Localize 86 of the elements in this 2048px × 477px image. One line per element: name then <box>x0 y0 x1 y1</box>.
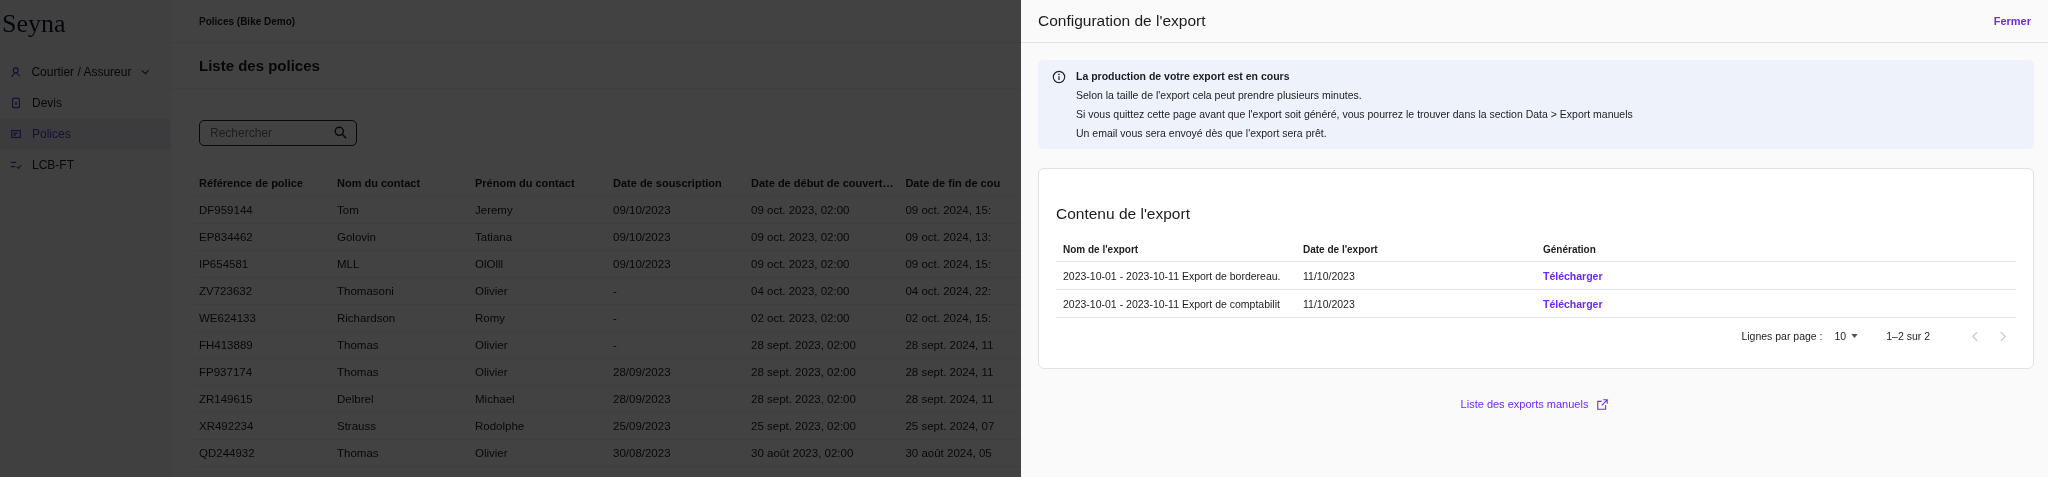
table-cell: Strauss <box>337 420 376 432</box>
page-title: Liste des polices <box>199 57 320 74</box>
table-cell: 28 sept. 2024, 11 <box>905 393 994 405</box>
info-text: Si vous quittez cette page avant que l'export soit généré, vous pourrez le trouver dans la section Data > Export manuels <box>1076 108 1633 120</box>
table-cell-text: 2023-10-01 - 2023-10-11 Export de comptabilit <box>1062 297 1281 310</box>
rows-per-page-select[interactable]: 10 <box>1834 330 1859 342</box>
external-link-icon <box>1597 398 1609 410</box>
table-cell: Romy <box>475 312 506 324</box>
column-header: Prénom du contact <box>475 177 575 189</box>
table-cell: 09 oct. 2024, 15: <box>905 204 992 216</box>
table-cell: Tom <box>337 204 359 216</box>
table-cell: XR492234 <box>199 420 254 432</box>
table-cell: Rodolphe <box>475 420 525 432</box>
table-cell: - <box>613 285 617 297</box>
table-cell: 28 sept. 2024, 11 <box>905 366 994 378</box>
table-cell: 09/10/2023 <box>613 231 671 243</box>
table-cell: MLL <box>337 258 360 270</box>
info-text: Un email vous sera envoyé dès que l'export sera prêt. <box>1076 127 1328 139</box>
table-cell: Delbrel <box>337 393 374 405</box>
table-cell: 28 sept. 2023, 02:00 <box>751 393 856 405</box>
logo: Seyna <box>1 8 67 40</box>
table-cell: 09 oct. 2024, 15: <box>905 258 992 270</box>
table-cell: FP937174 <box>199 366 253 378</box>
column-header: Génération <box>1542 243 1597 255</box>
table-cell: 02 oct. 2024, 15: <box>905 312 992 324</box>
table-cell: Michael <box>475 393 515 405</box>
table-cell: 09/10/2023 <box>613 204 671 216</box>
info-title: La production de votre export est en cours <box>1076 70 1291 82</box>
table-cell-text: 2023-10-01 - 2023-10-11 Export de bordereau. <box>1062 269 1282 282</box>
column-header: Date de souscription <box>613 177 722 189</box>
table-cell: Thomasoni <box>337 285 394 297</box>
table-cell: ZV723632 <box>199 285 253 297</box>
breadcrumb: Polices (Bike Demo) <box>199 15 296 27</box>
table-cell: - <box>613 312 617 324</box>
exports-list-link[interactable]: Liste des exports manuels <box>1460 398 1609 410</box>
table-cell: 09 oct. 2024, 13: <box>905 231 992 243</box>
table-cell-text: 11/10/2023 <box>1302 297 1356 310</box>
table-cell: QD244932 <box>199 447 255 459</box>
table-cell: DF959144 <box>199 204 253 216</box>
table-cell: Thomas <box>337 366 379 378</box>
info-icon <box>1052 70 1066 84</box>
table-cell: 28/09/2023 <box>613 366 671 378</box>
table-cell: EP834462 <box>199 231 253 243</box>
table-cell: 25/09/2023 <box>613 420 671 432</box>
card-title: Contenu de l'export <box>1056 205 1191 223</box>
table-cell: Olivier <box>475 285 508 297</box>
drawer-title: Configuration de l'export <box>1038 12 1206 30</box>
page-range: 1–2 sur 2 <box>1886 330 1930 342</box>
table-cell: 30 août 2023, 02:00 <box>751 447 854 459</box>
table-cell: WE624133 <box>199 312 256 324</box>
table-cell-text: 11/10/2023 <box>1302 269 1356 282</box>
caret-icon <box>1851 334 1859 338</box>
table-cell: 28 sept. 2023, 02:00 <box>751 339 856 351</box>
table-cell: Golovin <box>337 231 376 243</box>
column-header: Nom de l'export <box>1062 243 1140 255</box>
column-header: Référence de police <box>199 177 303 189</box>
table-cell: ZR149615 <box>199 393 253 405</box>
rows-per-page-label: Lignes par page : <box>1741 330 1823 342</box>
table-cell: Thomas <box>337 339 379 351</box>
info-text: Selon la taille de l'export cela peut prendre plusieurs minutes. <box>1076 89 1363 101</box>
table-cell: 30/08/2023 <box>613 447 671 459</box>
table-cell: Tatiana <box>475 231 513 243</box>
table-cell: 28 sept. 2024, 11 <box>905 339 994 351</box>
table-cell: Olivier <box>475 339 508 351</box>
table-cell: Olivier <box>475 447 508 459</box>
download-link[interactable]: Télécharger <box>1543 297 1603 310</box>
table-cell: IP654581 <box>199 258 249 270</box>
table-cell: OlOlll <box>475 258 504 270</box>
table-cell: 09/10/2023 <box>613 258 671 270</box>
table-cell: 30 août 2024, 05 <box>905 447 992 459</box>
table-cell: 28 sept. 2023, 02:00 <box>751 366 856 378</box>
column-header: Date de l'export <box>1302 243 1379 255</box>
table-cell: Richardson <box>337 312 396 324</box>
column-header: Date de fin de cou <box>905 177 1001 189</box>
close-link[interactable]: Fermer <box>1993 15 2031 27</box>
table-cell: FH413889 <box>199 339 253 351</box>
table-cell: Olivier <box>475 366 508 378</box>
column-header: Nom du contact <box>337 177 421 189</box>
table-cell: 28/09/2023 <box>613 393 671 405</box>
column-header: Date de début de couvert… <box>751 177 894 189</box>
table-cell: 25 sept. 2024, 07 <box>905 420 995 432</box>
table-cell: Jeremy <box>475 204 513 216</box>
table-cell: - <box>613 339 617 351</box>
download-link[interactable]: Télécharger <box>1543 269 1603 282</box>
table-cell: 04 oct. 2024, 22: <box>905 285 992 297</box>
table-cell: Thomas <box>337 447 379 459</box>
